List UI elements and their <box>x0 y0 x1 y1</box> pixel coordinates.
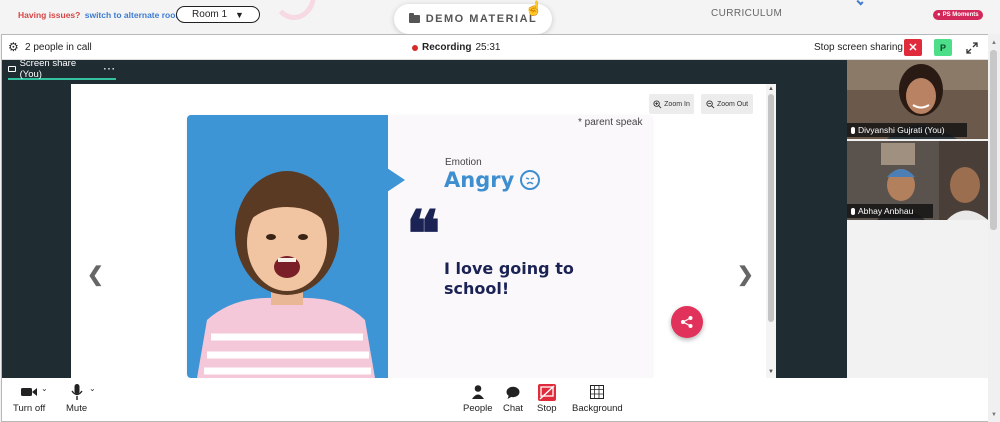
stop-sharing-close-button[interactable]: ✕ <box>904 39 922 56</box>
zoom-in-icon <box>653 99 662 108</box>
next-slide-arrow-icon[interactable]: ❯ <box>737 262 754 287</box>
scroll-down-icon[interactable]: ▼ <box>768 369 774 375</box>
page-scroll-down-icon[interactable]: ▼ <box>991 412 997 418</box>
alternate-room-link[interactable]: switch to alternate room <box>85 10 183 20</box>
participant-tile[interactable]: Divyanshi Gujrati (You) <box>847 60 988 139</box>
background-button[interactable]: Background <box>572 383 623 414</box>
tab-screen-share-label: Screen share (You) <box>19 58 77 80</box>
stage-tab-bar: Screen share (You) ··· <box>2 58 847 80</box>
gear-icon[interactable]: ⚙ <box>8 41 19 53</box>
record-dot-icon: ● <box>937 12 941 18</box>
recording-time: 25:31 <box>475 42 501 53</box>
room-select[interactable]: Room 1 ▼ <box>176 6 260 23</box>
emotion-heading: Angry <box>444 168 541 192</box>
recording-label: Recording <box>422 42 472 53</box>
previous-slide-arrow-icon[interactable]: ❮ <box>87 262 104 287</box>
participant-tile[interactable]: Abhay Anbhau <box>847 141 988 220</box>
turn-off-label: Turn off <box>13 403 46 414</box>
background-label: Background <box>572 403 623 414</box>
expand-icon[interactable] <box>964 40 980 56</box>
quote-mark-icon: ❝ <box>406 197 441 272</box>
decorative-tick <box>856 0 864 6</box>
participant-name: Abhay Anbhau <box>858 206 914 216</box>
share-icon <box>681 316 693 328</box>
slide-pointer-shape <box>387 168 405 192</box>
chat-bubble-icon <box>506 383 520 401</box>
ps-moments-label: PS Moments <box>942 12 979 18</box>
angry-face-icon <box>520 170 541 190</box>
top-bar: Having issues? switch to alternate room … <box>0 0 1000 34</box>
participant-name: Divyanshi Gujrati (You) <box>858 125 945 135</box>
demo-material-label: DEMO MATERIAL <box>425 13 538 25</box>
p-button[interactable]: P <box>934 39 952 56</box>
monitor-icon <box>8 66 16 72</box>
curriculum-tab[interactable]: CURRICULUM <box>711 8 782 19</box>
call-controls: Turn off ⌄ Mute ⌄ People Chat Stop Backg… <box>2 378 988 421</box>
parent-speak-note: * parent speak <box>578 117 643 128</box>
main-stage: Screen share (You) ··· Zoom In Zoom Out … <box>2 58 847 378</box>
app-root: Having issues? switch to alternate room … <box>0 0 1000 422</box>
zoom-in-label: Zoom In <box>664 100 690 108</box>
recording-dot-icon <box>412 44 418 51</box>
dropdown-caret-icon: ▼ <box>235 9 244 20</box>
stop-screen-share-icon <box>537 383 556 401</box>
call-window: ⚙ 2 people in call Recording 25:31 Stop … <box>1 34 989 422</box>
mute-label: Mute <box>66 403 88 414</box>
camera-options-chevron-icon[interactable]: ⌄ <box>41 384 48 393</box>
share-button[interactable] <box>671 306 703 338</box>
shared-screen: Zoom In Zoom Out ❮ ❯ * parent speak Emot… <box>71 84 776 378</box>
chat-button[interactable]: Chat <box>503 383 523 414</box>
chat-label: Chat <box>503 403 524 414</box>
issues-question: Having issues? <box>18 10 81 20</box>
tab-screen-share[interactable]: Screen share (You) ··· <box>8 58 117 80</box>
page-scrollbar-thumb[interactable] <box>990 50 997 230</box>
ps-moments-badge[interactable]: ● PS Moments <box>933 10 983 20</box>
call-header: ⚙ 2 people in call Recording 25:31 Stop … <box>2 35 988 60</box>
mute-button[interactable]: Mute <box>66 383 87 414</box>
quote-text: I love going to school! <box>444 259 574 298</box>
more-options-icon[interactable]: ··· <box>104 64 117 75</box>
zoom-out-icon <box>706 99 715 108</box>
microphone-icon <box>851 207 855 215</box>
stop-label: Stop <box>537 403 557 414</box>
page-scroll-up-icon[interactable]: ▲ <box>991 40 997 46</box>
people-button[interactable]: People <box>463 383 493 414</box>
participant-name-tag: Abhay Anbhau <box>847 204 933 218</box>
mic-options-chevron-icon[interactable]: ⌄ <box>89 384 96 393</box>
issues-notice: Having issues? switch to alternate room <box>18 10 183 20</box>
folder-icon <box>408 13 420 23</box>
emotion-word: Angry <box>444 168 515 192</box>
hand-cursor-icon: ☝ <box>525 0 543 16</box>
person-icon <box>471 383 484 401</box>
scrollbar-thumb[interactable] <box>768 94 774 322</box>
zoom-in-button[interactable]: Zoom In <box>649 94 694 114</box>
stop-share-button[interactable]: Stop <box>537 383 557 414</box>
background-grid-icon <box>590 383 605 401</box>
participants-panel: Divyanshi Gujrati (You) Abhay Anbhau <box>847 60 988 378</box>
emotion-label: Emotion <box>445 157 482 168</box>
zoom-out-button[interactable]: Zoom Out <box>701 94 753 114</box>
stop-screen-sharing-label: Stop screen sharing <box>814 42 903 53</box>
room-select-value: Room 1 <box>192 9 228 20</box>
people-label: People <box>463 403 493 414</box>
participant-name-tag: Divyanshi Gujrati (You) <box>847 123 967 137</box>
scroll-up-icon[interactable]: ▲ <box>768 86 774 92</box>
recording-status: Recording 25:31 <box>412 42 500 53</box>
microphone-icon <box>70 383 83 401</box>
microphone-icon <box>851 126 855 134</box>
slide-card: * parent speak Emotion Angry ❝ I love go… <box>187 115 652 378</box>
zoom-out-label: Zoom Out <box>716 100 749 108</box>
child-photo <box>187 115 388 378</box>
people-count: 2 people in call <box>25 42 92 53</box>
video-camera-icon <box>21 383 38 401</box>
decorative-arc <box>272 0 316 20</box>
